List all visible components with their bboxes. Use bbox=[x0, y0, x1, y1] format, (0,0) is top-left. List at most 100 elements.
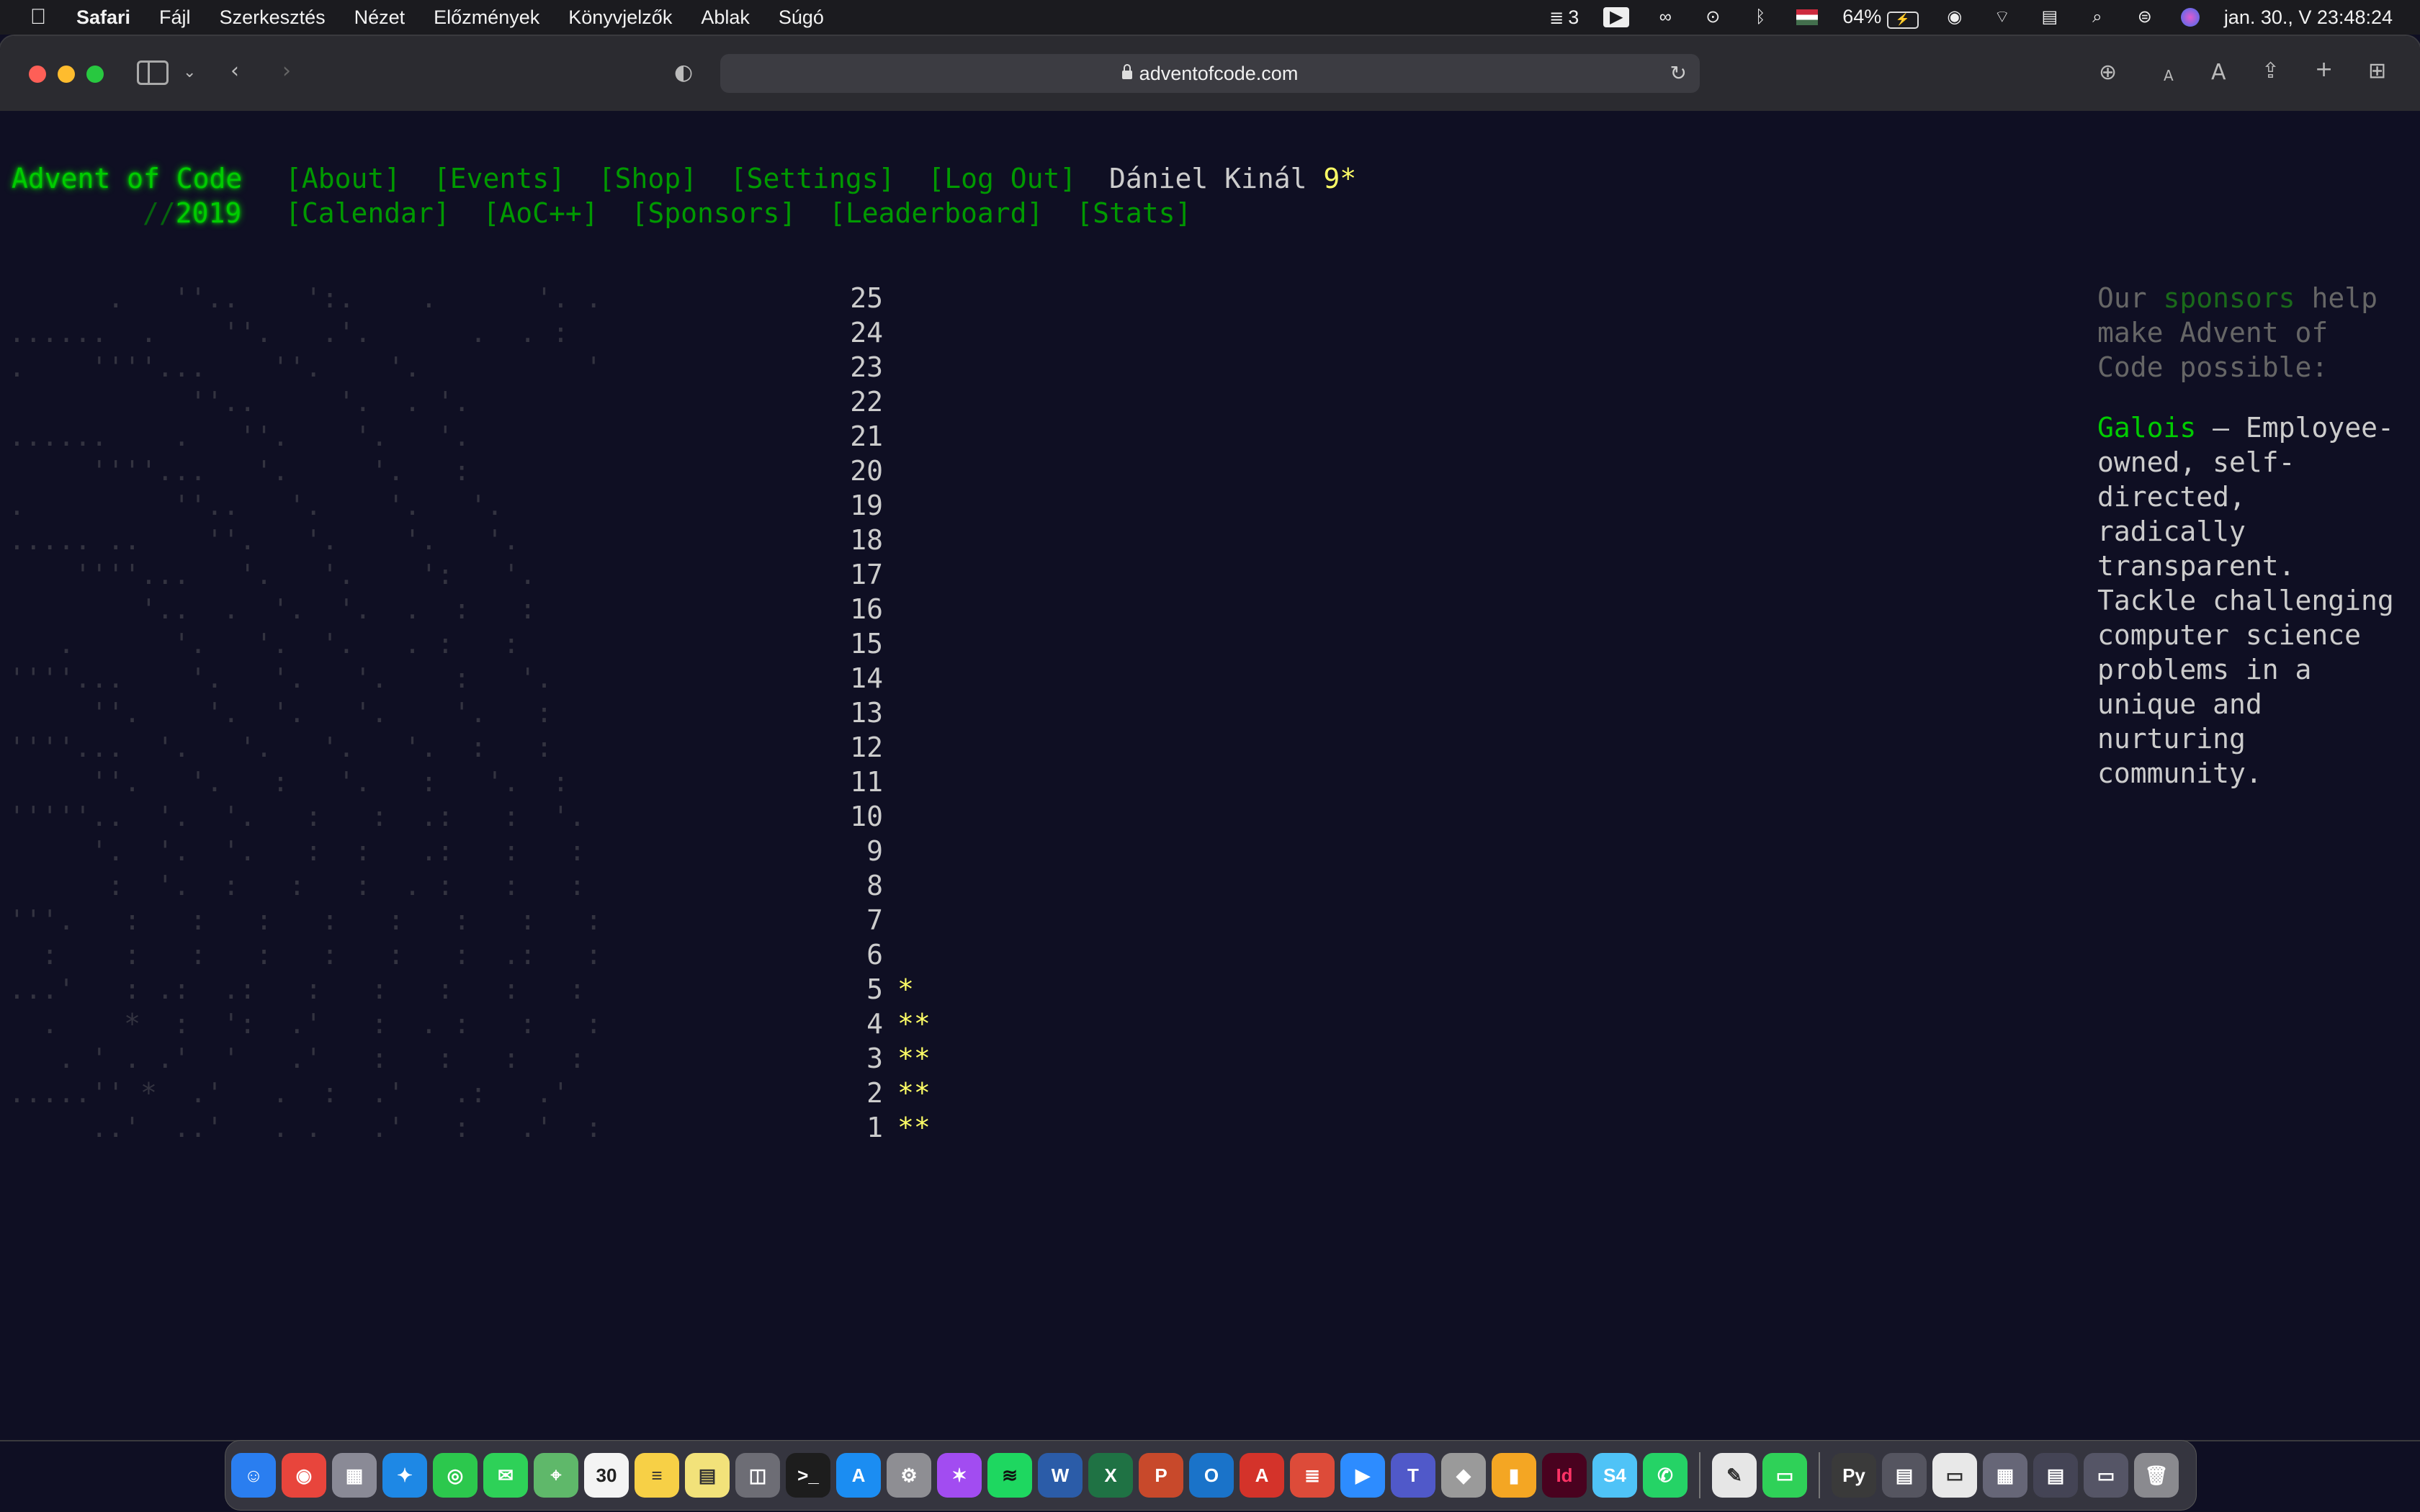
calendar-day-1[interactable]: 1 bbox=[828, 1110, 883, 1145]
address-bar[interactable]: adventofcode.com ↻ bbox=[720, 54, 1700, 93]
nav-log-out[interactable]: [Log Out] bbox=[928, 163, 1076, 194]
sidebar-toggle-icon[interactable] bbox=[137, 60, 169, 85]
share-icon[interactable]: ⇪ bbox=[2262, 59, 2280, 84]
dock-app-window-1-icon[interactable]: ▤ bbox=[1882, 1453, 1927, 1498]
calendar-art: . ''.. ':. . '. ....... . ''. .'. . . :.… bbox=[9, 281, 602, 1145]
dock-app-finder-icon[interactable]: ☺ bbox=[231, 1453, 276, 1498]
dock-app-launchpad-icon[interactable]: ▦ bbox=[332, 1453, 377, 1498]
nav-calendar[interactable]: [Calendar] bbox=[285, 197, 450, 229]
dock-app-python-icon[interactable]: Py bbox=[1832, 1453, 1876, 1498]
dock-app-system-settings-icon[interactable]: ⚙ bbox=[887, 1453, 931, 1498]
dock-app-outlook-icon[interactable]: O bbox=[1189, 1453, 1234, 1498]
apple-menu-icon[interactable]:  bbox=[27, 5, 49, 30]
calendar-art-line: ..' ..' . . .' : .' : bbox=[9, 1112, 602, 1143]
forward-button-icon[interactable]: › bbox=[282, 59, 291, 84]
dock-app-powerpoint-icon[interactable]: P bbox=[1139, 1453, 1183, 1498]
dock-app-app-store-icon[interactable]: A bbox=[836, 1453, 881, 1498]
dock-app-window-4-icon[interactable]: ▤ bbox=[2033, 1453, 2078, 1498]
calendar-day-4[interactable]: 4 bbox=[828, 1007, 883, 1041]
dock-app-messenger-icon[interactable]: ✶ bbox=[937, 1453, 982, 1498]
year-link[interactable]: 2019 bbox=[176, 197, 242, 229]
site-title[interactable]: Advent of Code bbox=[12, 163, 242, 194]
sponsor-galois-link[interactable]: Galois bbox=[2097, 412, 2196, 444]
bluetooth-icon[interactable]: ᛒ bbox=[1749, 7, 1772, 27]
menu-edit[interactable]: Szerkesztés bbox=[220, 6, 326, 29]
dock-app-the-sims-4-icon[interactable]: S4 bbox=[1592, 1453, 1637, 1498]
sponsors-link[interactable]: sponsors bbox=[2164, 282, 2295, 314]
dock-app-excel-icon[interactable]: X bbox=[1088, 1453, 1133, 1498]
menu-app-safari[interactable]: Safari bbox=[76, 6, 130, 29]
dock-app-messages-icon[interactable]: ✉ bbox=[483, 1453, 528, 1498]
back-button-icon[interactable]: ‹ bbox=[230, 59, 239, 84]
menu-help[interactable]: Súgó bbox=[779, 6, 824, 29]
menu-file[interactable]: Fájl bbox=[159, 6, 191, 29]
calendar-day-2[interactable]: 2 bbox=[828, 1076, 883, 1110]
nav-sponsors[interactable]: [Sponsors] bbox=[631, 197, 796, 229]
close-window-button[interactable] bbox=[29, 66, 46, 83]
media-play-icon[interactable]: ▶ bbox=[1603, 7, 1630, 27]
calendar-day-3[interactable]: 3 bbox=[828, 1041, 883, 1076]
dock-app-indesign-icon[interactable]: Id bbox=[1542, 1453, 1587, 1498]
input-source-flag-icon[interactable] bbox=[1796, 9, 1819, 25]
tab-overview-icon[interactable]: ⊞ bbox=[2368, 59, 2386, 84]
nav-shop[interactable]: [Shop] bbox=[599, 163, 697, 194]
zoom-window-button[interactable] bbox=[86, 66, 104, 83]
dock-app-whatsapp-icon[interactable]: ✆ bbox=[1643, 1453, 1688, 1498]
dock-app-trash-icon[interactable]: 🗑 bbox=[2134, 1453, 2179, 1498]
dock-app-transmission-icon[interactable]: ◆ bbox=[1441, 1453, 1486, 1498]
dock-app-maps-icon[interactable]: ⌖ bbox=[534, 1453, 578, 1498]
stacks-status[interactable]: ≣ 3 bbox=[1545, 6, 1579, 29]
text-smaller-icon[interactable]: A bbox=[2164, 63, 2174, 88]
menu-view[interactable]: Nézet bbox=[354, 6, 405, 29]
dock-app-word-icon[interactable]: W bbox=[1038, 1453, 1083, 1498]
menu-bookmarks[interactable]: Könyvjelzők bbox=[568, 6, 672, 29]
creative-cloud-icon[interactable]: ∞ bbox=[1654, 7, 1677, 27]
user-account-icon[interactable]: ◉ bbox=[1943, 7, 1966, 27]
dock-app-window-5-icon[interactable]: ▭ bbox=[2084, 1453, 2128, 1498]
dock-app-screenshot-icon[interactable]: ◫ bbox=[735, 1453, 780, 1498]
dock-app-calendar-icon[interactable]: 30 bbox=[584, 1453, 629, 1498]
browser-toolbar: ⌄ ‹ › ◐ adventofcode.com ↻ ⊕ A A ⇪ + ⊞ bbox=[0, 36, 2420, 112]
text-larger-icon[interactable]: A bbox=[2211, 60, 2226, 85]
menu-history[interactable]: Előzmények bbox=[434, 6, 539, 29]
control-center-icon[interactable]: ⊜ bbox=[2133, 7, 2156, 27]
dock-app-chrome-icon[interactable]: ◉ bbox=[282, 1453, 326, 1498]
privacy-report-icon[interactable]: ◐ bbox=[674, 60, 693, 85]
dock-app-acrobat-icon[interactable]: A bbox=[1240, 1453, 1284, 1498]
battery-status[interactable]: 64% ⚡ bbox=[1842, 6, 1919, 29]
dock-app-facetime-icon[interactable]: ▭ bbox=[1762, 1453, 1807, 1498]
dock-app-find-my-icon[interactable]: ◎ bbox=[433, 1453, 478, 1498]
user-name: Dániel Kinál bbox=[1108, 163, 1307, 194]
spotlight-search-icon[interactable]: ⌕ bbox=[2086, 7, 2109, 27]
keyboard-icon[interactable]: ▤ bbox=[2038, 7, 2061, 27]
dock-app-notes-icon[interactable]: ≡ bbox=[635, 1453, 679, 1498]
minimize-window-button[interactable] bbox=[58, 66, 75, 83]
nav-aoc-plus-plus[interactable]: [AoC++] bbox=[483, 197, 599, 229]
nav-about[interactable]: [About] bbox=[285, 163, 400, 194]
nav-settings[interactable]: [Settings] bbox=[730, 163, 895, 194]
wifi-icon[interactable]: ⌔ bbox=[1991, 7, 2014, 27]
new-tab-icon[interactable]: + bbox=[2315, 58, 2333, 82]
dock-app-window-2-icon[interactable]: ▭ bbox=[1932, 1453, 1977, 1498]
menu-window[interactable]: Ablak bbox=[701, 6, 750, 29]
dock-app-todoist-icon[interactable]: ≣ bbox=[1290, 1453, 1335, 1498]
dock-app-textedit-icon[interactable]: ✎ bbox=[1712, 1453, 1757, 1498]
dock-app-window-3-icon[interactable]: ▦ bbox=[1983, 1453, 2027, 1498]
clock[interactable]: jan. 30., V 23:48:24 bbox=[2224, 6, 2393, 29]
dock-app-teams-icon[interactable]: T bbox=[1391, 1453, 1435, 1498]
dock-app-spotify-icon[interactable]: ≋ bbox=[987, 1453, 1032, 1498]
dock-app-zoom-icon[interactable]: ▶ bbox=[1340, 1453, 1385, 1498]
tab-group-chevron-icon[interactable]: ⌄ bbox=[183, 60, 196, 85]
downloads-icon[interactable]: ⊕ bbox=[2099, 60, 2117, 85]
dock-app-stickies-icon[interactable]: ▤ bbox=[685, 1453, 730, 1498]
dock-app-safari-icon[interactable]: ✦ bbox=[382, 1453, 427, 1498]
calendar-day-5[interactable]: 5 bbox=[828, 972, 883, 1007]
nav-leaderboard[interactable]: [Leaderboard] bbox=[829, 197, 1043, 229]
siri-icon[interactable] bbox=[2180, 8, 2200, 27]
dock-app-terminal-icon[interactable]: >_ bbox=[786, 1453, 830, 1498]
nav-stats[interactable]: [Stats] bbox=[1076, 197, 1191, 229]
dock-app-pages-icon[interactable]: ▮ bbox=[1492, 1453, 1536, 1498]
reload-icon[interactable]: ↻ bbox=[1670, 63, 1687, 84]
now-playing-icon[interactable]: ⊙ bbox=[1701, 7, 1724, 27]
nav-events[interactable]: [Events] bbox=[434, 163, 565, 194]
